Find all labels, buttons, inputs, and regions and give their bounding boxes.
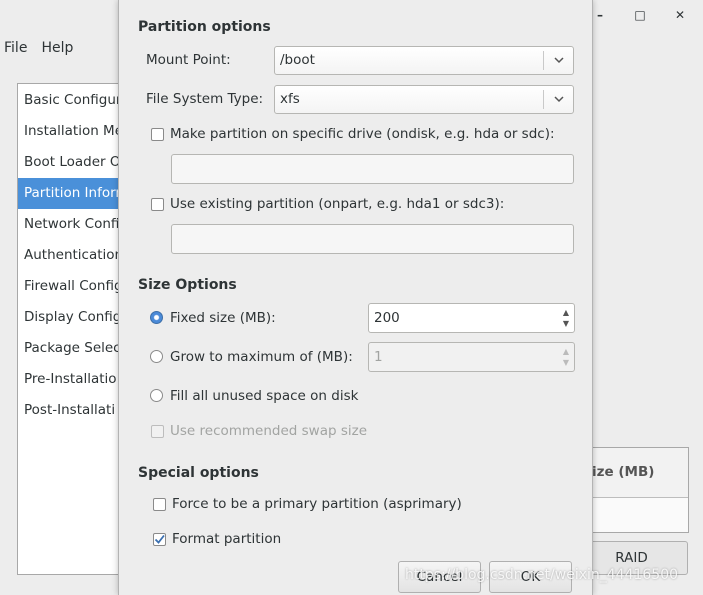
chevron-down-icon[interactable] [554,94,564,104]
maximize-icon[interactable]: □ [633,8,647,22]
menu-file[interactable]: File [4,40,27,56]
primary-label: Force to be a primary partition (asprima… [172,496,462,512]
combo-separator [543,51,544,70]
menu-help[interactable]: Help [41,40,73,56]
mount-point-label: Mount Point: [146,52,231,68]
sidebar-item-authentication[interactable]: Authentication [18,240,128,271]
ondisk-label: Make partition on specific drive (ondisk… [170,126,555,142]
spinner-arrows-icon[interactable]: ▲ ▼ [561,346,571,368]
fs-type-value: xfs [280,91,300,107]
sidebar-item-firewall-configuration[interactable]: Firewall Config [18,271,128,302]
fixed-size-radio[interactable] [150,311,163,324]
size-options-heading: Size Options [138,277,237,293]
fixed-size-spinner[interactable]: 200 ▲ ▼ [368,303,575,333]
combo-separator [543,90,544,109]
fs-type-label: File System Type: [146,91,264,107]
sidebar-item-boot-loader-options[interactable]: Boot Loader O [18,147,128,178]
mount-point-combo[interactable]: /boot [274,46,574,75]
ondisk-field[interactable] [171,154,574,184]
window-controls: – □ ✕ [593,8,703,24]
sidebar-item-package-selection[interactable]: Package Selec [18,333,128,364]
partition-options-heading: Partition options [138,19,271,35]
partition-options-dialog: Partition options Mount Point: /boot Fil… [118,0,593,595]
minimize-icon[interactable]: – [593,8,607,22]
sidebar-item-installation-method[interactable]: Installation Me [18,116,128,147]
grow-label: Grow to maximum of (MB): [170,349,353,365]
fill-label: Fill all unused space on disk [170,388,359,404]
grow-value: 1 [374,349,383,365]
special-options-heading: Special options [138,465,259,481]
watermark: https://blog.csdn.net/weixin_44416500 [405,567,679,583]
sidebar-item-network-configuration[interactable]: Network Confi [18,209,128,240]
sidebar-item-display-configuration[interactable]: Display Configu [18,302,128,333]
fs-type-combo[interactable]: xfs [274,85,574,114]
grow-radio[interactable] [150,350,163,363]
swap-checkbox[interactable] [151,425,164,438]
sidebar: Basic Configura Installation Me Boot Loa… [17,83,129,575]
close-icon[interactable]: ✕ [673,8,687,22]
sidebar-item-post-installation[interactable]: Post-Installati [18,395,128,426]
chevron-down-icon[interactable] [554,55,564,65]
grow-spinner[interactable]: 1 ▲ ▼ [368,342,575,372]
sidebar-item-basic-configuration[interactable]: Basic Configura [18,85,128,116]
sidebar-item-pre-installation[interactable]: Pre-Installatio [18,364,128,395]
onpart-field[interactable] [171,224,574,254]
menu-bar: File Help [4,40,73,56]
format-label: Format partition [172,531,282,547]
fixed-size-value: 200 [374,310,400,326]
fixed-size-label: Fixed size (MB): [170,310,276,326]
swap-label: Use recommended swap size [170,423,368,439]
fill-radio[interactable] [150,389,163,402]
mount-point-value: /boot [280,52,315,68]
primary-checkbox[interactable] [153,498,166,511]
checkmark-icon [154,534,165,544]
onpart-label: Use existing partition (onpart, e.g. hda… [170,196,505,212]
sidebar-item-partition-information[interactable]: Partition Inforn [18,178,128,209]
format-checkbox[interactable] [153,533,166,546]
ondisk-checkbox[interactable] [151,128,164,141]
onpart-checkbox[interactable] [151,198,164,211]
spinner-arrows-icon[interactable]: ▲ ▼ [561,307,571,329]
